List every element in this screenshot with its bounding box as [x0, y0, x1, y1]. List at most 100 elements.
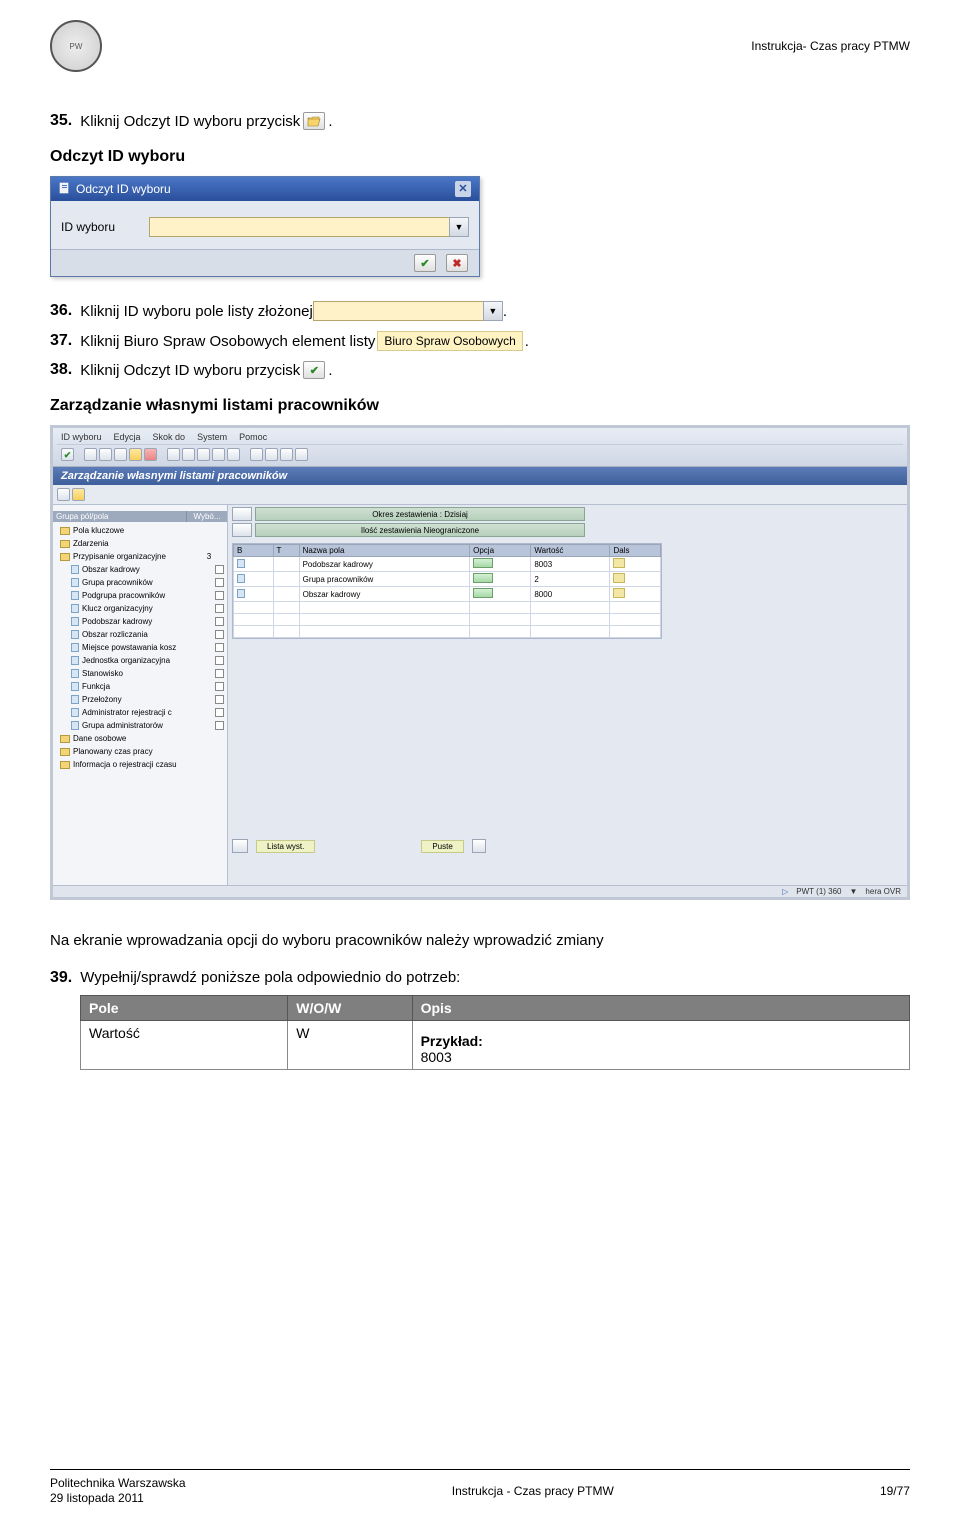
toolbar-icon[interactable] [250, 448, 263, 461]
id-wyboru-inline-dropdown[interactable]: ▼ [313, 301, 503, 321]
checkbox-icon[interactable] [215, 591, 224, 600]
checkbox-icon[interactable] [215, 695, 224, 704]
sap-full-screenshot: ID wyboru Edycja Skok do System Pomoc ✔ [50, 425, 910, 900]
toolbar-icon[interactable] [84, 448, 97, 461]
confirm-button[interactable]: ✔ [414, 254, 436, 272]
tree-row[interactable]: Grupa pracowników [53, 576, 227, 589]
grid-cell-value[interactable]: 8003 [531, 557, 610, 572]
right-toolbar-button[interactable] [232, 507, 252, 521]
tree-row[interactable]: Miejsce powstawania kosz [53, 641, 227, 654]
checkbox-icon[interactable] [215, 721, 224, 730]
count-bar[interactable]: Ilość zestawienia Nieograniczone [255, 523, 585, 537]
tree-label: Przełożony [82, 695, 213, 704]
grid-cell-value[interactable]: 2 [531, 572, 610, 587]
tree-row[interactable]: Obszar rozliczania [53, 628, 227, 641]
period-bar[interactable]: Okres zestawienia : Dzisiaj [255, 507, 585, 521]
tree-label: Funkcja [82, 682, 213, 691]
footer-title: Instrukcja - Czas pracy PTMW [452, 1484, 614, 1498]
toolbar-icon[interactable] [167, 448, 180, 461]
right-toolbar-button[interactable] [232, 523, 252, 537]
puste-badge[interactable]: Puste [421, 840, 463, 853]
list-icon[interactable] [232, 839, 248, 853]
tree-label: Grupa administratorów [82, 721, 213, 730]
tree-row[interactable]: Administrator rejestracji c [53, 706, 227, 719]
tree-row[interactable]: Podobszar kadrowy [53, 615, 227, 628]
table-header: W/O/W [288, 995, 412, 1020]
more-icon[interactable] [613, 558, 625, 568]
doc-icon [71, 708, 79, 717]
checkbox-icon[interactable] [215, 708, 224, 717]
tree-row[interactable]: Przełożony [53, 693, 227, 706]
tree-row[interactable]: Przypisanie organizacyjne3 [53, 550, 227, 563]
toolbar-icon[interactable] [227, 448, 240, 461]
doc-header-title: Instrukcja- Czas pracy PTMW [751, 39, 910, 53]
toolbar-icon[interactable] [144, 448, 157, 461]
tree-row[interactable]: Podgrupa pracowników [53, 589, 227, 602]
checkbox-icon[interactable] [215, 578, 224, 587]
more-icon[interactable] [613, 588, 625, 598]
doc-icon [237, 574, 245, 583]
menu-item[interactable]: System [197, 432, 227, 442]
tree-row[interactable]: Zdarzenia [53, 537, 227, 550]
doc-icon [237, 589, 245, 598]
option-equals-icon[interactable] [473, 558, 493, 568]
lista-wyst-badge[interactable]: Lista wyst. [256, 840, 315, 853]
tree-row[interactable]: Funkcja [53, 680, 227, 693]
small-button-icon[interactable] [472, 839, 486, 853]
step-text: Wypełnij/sprawdź poniższe pola odpowiedn… [80, 969, 460, 986]
toolbar-icon[interactable] [295, 448, 308, 461]
menu-item[interactable]: Edycja [114, 432, 141, 442]
tree-label: Podobszar kadrowy [82, 617, 213, 626]
tree-row[interactable]: Klucz organizacyjny [53, 602, 227, 615]
tree-col-header: Wybó... [187, 511, 227, 522]
confirm-icon[interactable]: ✔ [61, 448, 74, 461]
more-icon[interactable] [613, 573, 625, 583]
tree-row[interactable]: Dane osobowe [53, 732, 227, 745]
tree-row[interactable]: Obszar kadrowy [53, 563, 227, 576]
grid-header: Wartość [531, 545, 610, 557]
checkbox-icon[interactable] [215, 604, 224, 613]
checkbox-icon[interactable] [215, 617, 224, 626]
menu-item[interactable]: Skok do [153, 432, 186, 442]
tree-row[interactable]: Pola kluczowe [53, 524, 227, 537]
tree-count-badge: 3 [194, 552, 224, 561]
chevron-down-icon[interactable]: ▼ [483, 301, 503, 321]
option-equals-icon[interactable] [473, 573, 493, 583]
toolbar-icon[interactable] [57, 488, 70, 501]
checkbox-icon[interactable] [215, 682, 224, 691]
toolbar-icon[interactable] [265, 448, 278, 461]
toolbar-icon[interactable] [99, 448, 112, 461]
menu-item[interactable]: Pomoc [239, 432, 267, 442]
heading-odczyt-id: Odczyt ID wyboru [50, 148, 910, 166]
step-text-after: . [328, 113, 332, 130]
menu-item[interactable]: ID wyboru [61, 432, 102, 442]
tree-row[interactable]: Grupa administratorów [53, 719, 227, 732]
tree-row[interactable]: Stanowisko [53, 667, 227, 680]
checkbox-icon[interactable] [215, 643, 224, 652]
toolbar-icon[interactable] [114, 448, 127, 461]
tree-row[interactable]: Planowany czas pracy [53, 745, 227, 758]
grid-row: Podobszar kadrowy8003 [234, 557, 661, 572]
option-equals-icon[interactable] [473, 588, 493, 598]
chevron-down-icon[interactable]: ▼ [449, 217, 469, 237]
checkbox-icon[interactable] [215, 630, 224, 639]
toolbar-icon[interactable] [280, 448, 293, 461]
checkbox-icon[interactable] [215, 669, 224, 678]
toolbar-icon[interactable] [129, 448, 142, 461]
folder-icon[interactable] [72, 488, 85, 501]
step-num: 35. [50, 112, 72, 130]
id-wyboru-dropdown[interactable]: ▼ [149, 217, 469, 237]
toolbar-icon[interactable] [182, 448, 195, 461]
cancel-button[interactable]: ✖ [446, 254, 468, 272]
tree-row[interactable]: Jednostka organizacyjna [53, 654, 227, 667]
list-item-biuro-spraw[interactable]: Biuro Spraw Osobowych [377, 331, 522, 351]
tree-label: Miejsce powstawania kosz [82, 643, 213, 652]
toolbar-icon[interactable] [212, 448, 225, 461]
checkbox-icon[interactable] [215, 656, 224, 665]
toolbar-icon[interactable] [197, 448, 210, 461]
step-text-after: . [525, 333, 529, 350]
grid-cell-value[interactable]: 8000 [531, 587, 610, 602]
close-icon[interactable]: ✕ [455, 181, 471, 197]
tree-row[interactable]: Informacja o rejestracji czasu [53, 758, 227, 771]
checkbox-icon[interactable] [215, 565, 224, 574]
